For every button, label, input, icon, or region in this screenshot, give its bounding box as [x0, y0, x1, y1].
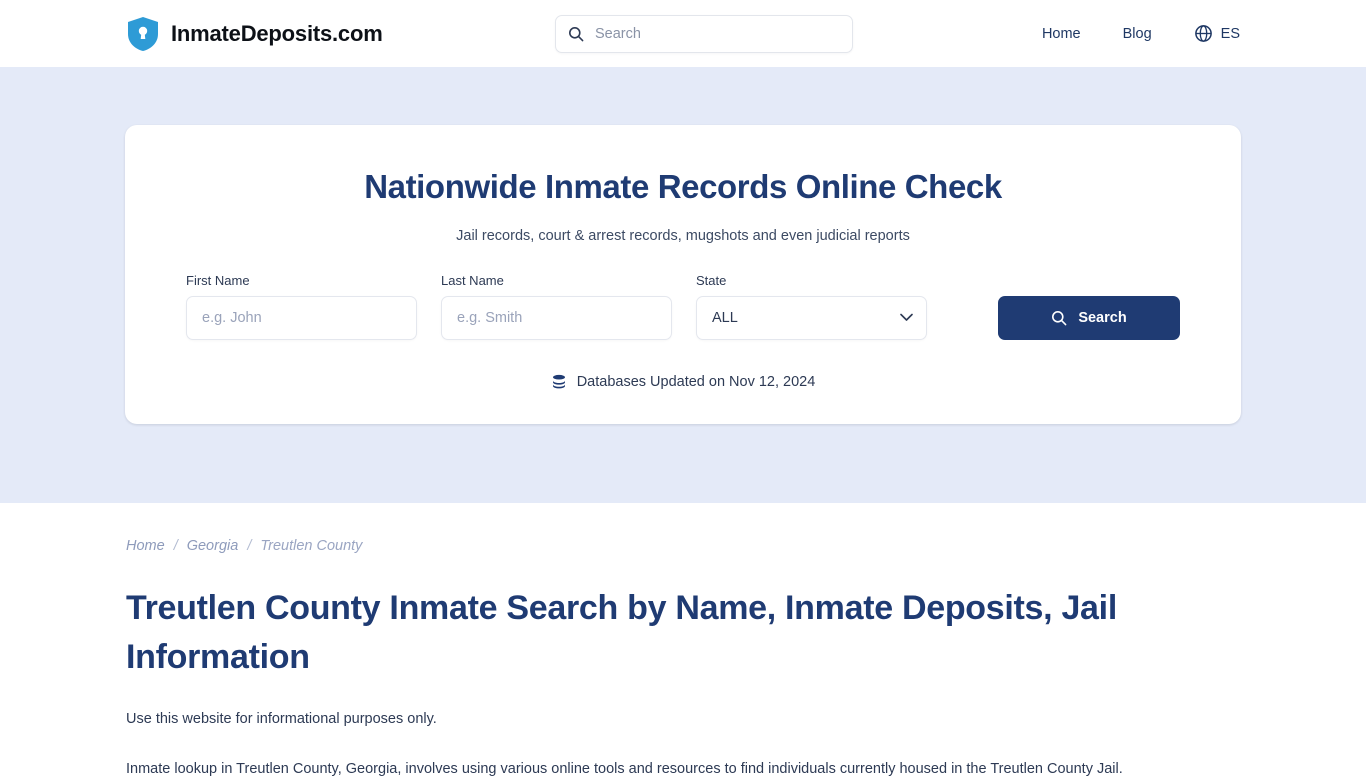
- intro-paragraph-2: Inmate lookup in Treutlen County, Georgi…: [126, 760, 1123, 777]
- language-label: ES: [1220, 25, 1240, 42]
- hero-section: Nationwide Inmate Records Online Check J…: [0, 67, 1366, 503]
- language-switcher[interactable]: ES: [1173, 24, 1240, 43]
- brand-name: InmateDeposits.com: [171, 20, 383, 46]
- first-name-field: First Name: [186, 273, 417, 340]
- nav-item-blog[interactable]: Blog: [1102, 26, 1173, 42]
- page-title: Treutlen County Inmate Search by Name, I…: [126, 589, 1117, 676]
- hero-title: Nationwide Inmate Records Online Check: [364, 168, 1002, 205]
- brand-logo-link[interactable]: InmateDeposits.com: [126, 16, 383, 52]
- nav-item-home[interactable]: Home: [1021, 26, 1102, 42]
- last-name-field: Last Name: [441, 273, 672, 340]
- state-select-wrap: ALL: [696, 295, 927, 340]
- breadcrumb-item-treutlen-county: Treutlen County: [260, 538, 363, 554]
- first-name-label: First Name: [186, 272, 250, 288]
- first-name-input[interactable]: [186, 295, 417, 340]
- last-name-input[interactable]: [441, 295, 672, 340]
- inmate-search-form: First Name Last Name State ALL: [185, 273, 1181, 340]
- database-status: Databases Updated on Nov 12, 2024: [185, 374, 1181, 390]
- shield-keyhole-icon: [128, 16, 158, 51]
- search-icon: [1052, 310, 1067, 325]
- breadcrumb: Home / Georgia / Treutlen County: [126, 538, 1240, 554]
- breadcrumb-separator: /: [173, 538, 178, 554]
- intro-paragraph-1: Use this website for informational purpo…: [126, 711, 437, 728]
- header-search[interactable]: [555, 15, 853, 53]
- globe-icon: [1194, 25, 1212, 42]
- breadcrumb-separator: /: [247, 538, 252, 554]
- search-submit-label: Search: [1078, 309, 1127, 326]
- main-content: Home / Georgia / Treutlen County Treutle…: [0, 538, 1366, 781]
- state-label: State: [696, 272, 727, 288]
- state-field: State ALL: [696, 273, 927, 340]
- hero-subtitle: Jail records, court & arrest records, mu…: [456, 227, 910, 244]
- breadcrumb-item-home[interactable]: Home: [126, 538, 165, 554]
- main-nav: Home Blog ES: [1021, 0, 1240, 67]
- state-select[interactable]: ALL: [696, 295, 927, 340]
- search-submit-button[interactable]: Search: [998, 295, 1180, 340]
- database-status-text: Databases Updated on Nov 12, 2024: [576, 373, 816, 390]
- database-icon: [552, 374, 565, 388]
- search-input[interactable]: [593, 25, 840, 43]
- search-icon: [569, 27, 584, 42]
- last-name-label: Last Name: [441, 272, 504, 288]
- breadcrumb-item-georgia[interactable]: Georgia: [187, 538, 239, 554]
- site-header: InmateDeposits.com Home Blog ES: [0, 0, 1366, 67]
- inmate-search-card: Nationwide Inmate Records Online Check J…: [125, 125, 1241, 424]
